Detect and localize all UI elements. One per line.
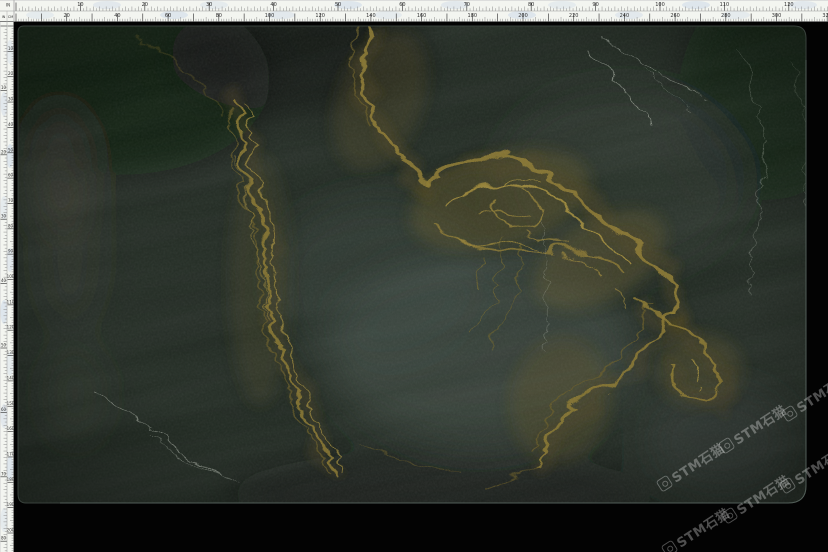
svg-text:90: 90 [592, 2, 598, 8]
svg-text:IN: IN [6, 3, 10, 8]
svg-text:60: 60 [399, 2, 405, 8]
svg-text:50: 50 [335, 2, 341, 8]
svg-text:30: 30 [8, 97, 14, 102]
svg-text:60: 60 [8, 173, 14, 178]
svg-text:40: 40 [270, 2, 276, 8]
svg-text:120: 120 [784, 2, 794, 8]
svg-text:40: 40 [114, 13, 120, 19]
svg-text:20: 20 [64, 13, 70, 19]
ruler-top: 10 20 30 40 50 60 70 80 90 100 110 120 20 40 60 80 100 12… [0, 0, 828, 22]
svg-text:150: 150 [7, 401, 14, 406]
svg-text:90: 90 [8, 249, 14, 254]
svg-text:320: 320 [822, 13, 828, 19]
svg-text:130: 130 [7, 350, 14, 355]
svg-text:120: 120 [315, 13, 325, 19]
svg-text:70: 70 [1, 471, 7, 476]
svg-text:240: 240 [620, 13, 630, 19]
svg-text:220: 220 [569, 13, 579, 19]
svg-text:40: 40 [8, 122, 14, 127]
svg-text:70: 70 [464, 2, 470, 8]
svg-text:100: 100 [7, 274, 14, 279]
svg-text:200: 200 [7, 528, 14, 533]
slab-texture [0, 0, 828, 552]
svg-text:100: 100 [265, 13, 275, 19]
vignette [0, 0, 828, 552]
svg-text:50: 50 [8, 147, 14, 152]
svg-text:50: 50 [1, 343, 7, 348]
svg-text:80: 80 [8, 223, 14, 228]
svg-text:80: 80 [216, 13, 222, 19]
svg-text:40: 40 [1, 278, 7, 283]
svg-text:70: 70 [8, 198, 14, 203]
svg-text:20: 20 [8, 71, 14, 76]
svg-text:140: 140 [366, 13, 376, 19]
svg-text:120: 120 [7, 325, 14, 330]
slab-image[interactable] [0, 0, 828, 552]
svg-text:260: 260 [670, 13, 680, 19]
svg-text:280: 280 [721, 13, 731, 19]
ruler-left: 10 20 30 40 50 60 70 80 10 20 30 40 50 60 70 80 90 100 110… [0, 22, 14, 552]
svg-text:180: 180 [468, 13, 478, 19]
svg-text:IN: IN [2, 15, 6, 19]
svg-text:100: 100 [655, 2, 665, 8]
svg-text:180: 180 [7, 477, 14, 482]
svg-text:60: 60 [1, 407, 7, 412]
svg-text:110: 110 [7, 299, 14, 304]
svg-text:10: 10 [1, 85, 7, 90]
svg-text:20: 20 [142, 2, 148, 8]
svg-text:20: 20 [1, 149, 7, 154]
svg-text:10: 10 [77, 2, 83, 8]
svg-text:80: 80 [1, 536, 7, 541]
slab-scan-viewer: 10 20 30 40 50 60 70 80 90 100 110 120 20 40 60 80 100 12… [0, 0, 828, 552]
svg-text:190: 190 [7, 502, 14, 507]
svg-text:110: 110 [720, 2, 730, 8]
svg-text:160: 160 [7, 426, 14, 431]
svg-text:60: 60 [165, 13, 171, 19]
svg-text:300: 300 [772, 13, 782, 19]
svg-text:30: 30 [1, 214, 7, 219]
svg-text:10: 10 [8, 46, 14, 51]
svg-text:CM: CM [8, 15, 13, 19]
svg-text:160: 160 [417, 13, 427, 19]
svg-text:80: 80 [528, 2, 534, 8]
svg-text:170: 170 [7, 451, 14, 456]
svg-text:200: 200 [518, 13, 528, 19]
svg-text:30: 30 [206, 2, 212, 8]
svg-text:140: 140 [7, 375, 14, 380]
